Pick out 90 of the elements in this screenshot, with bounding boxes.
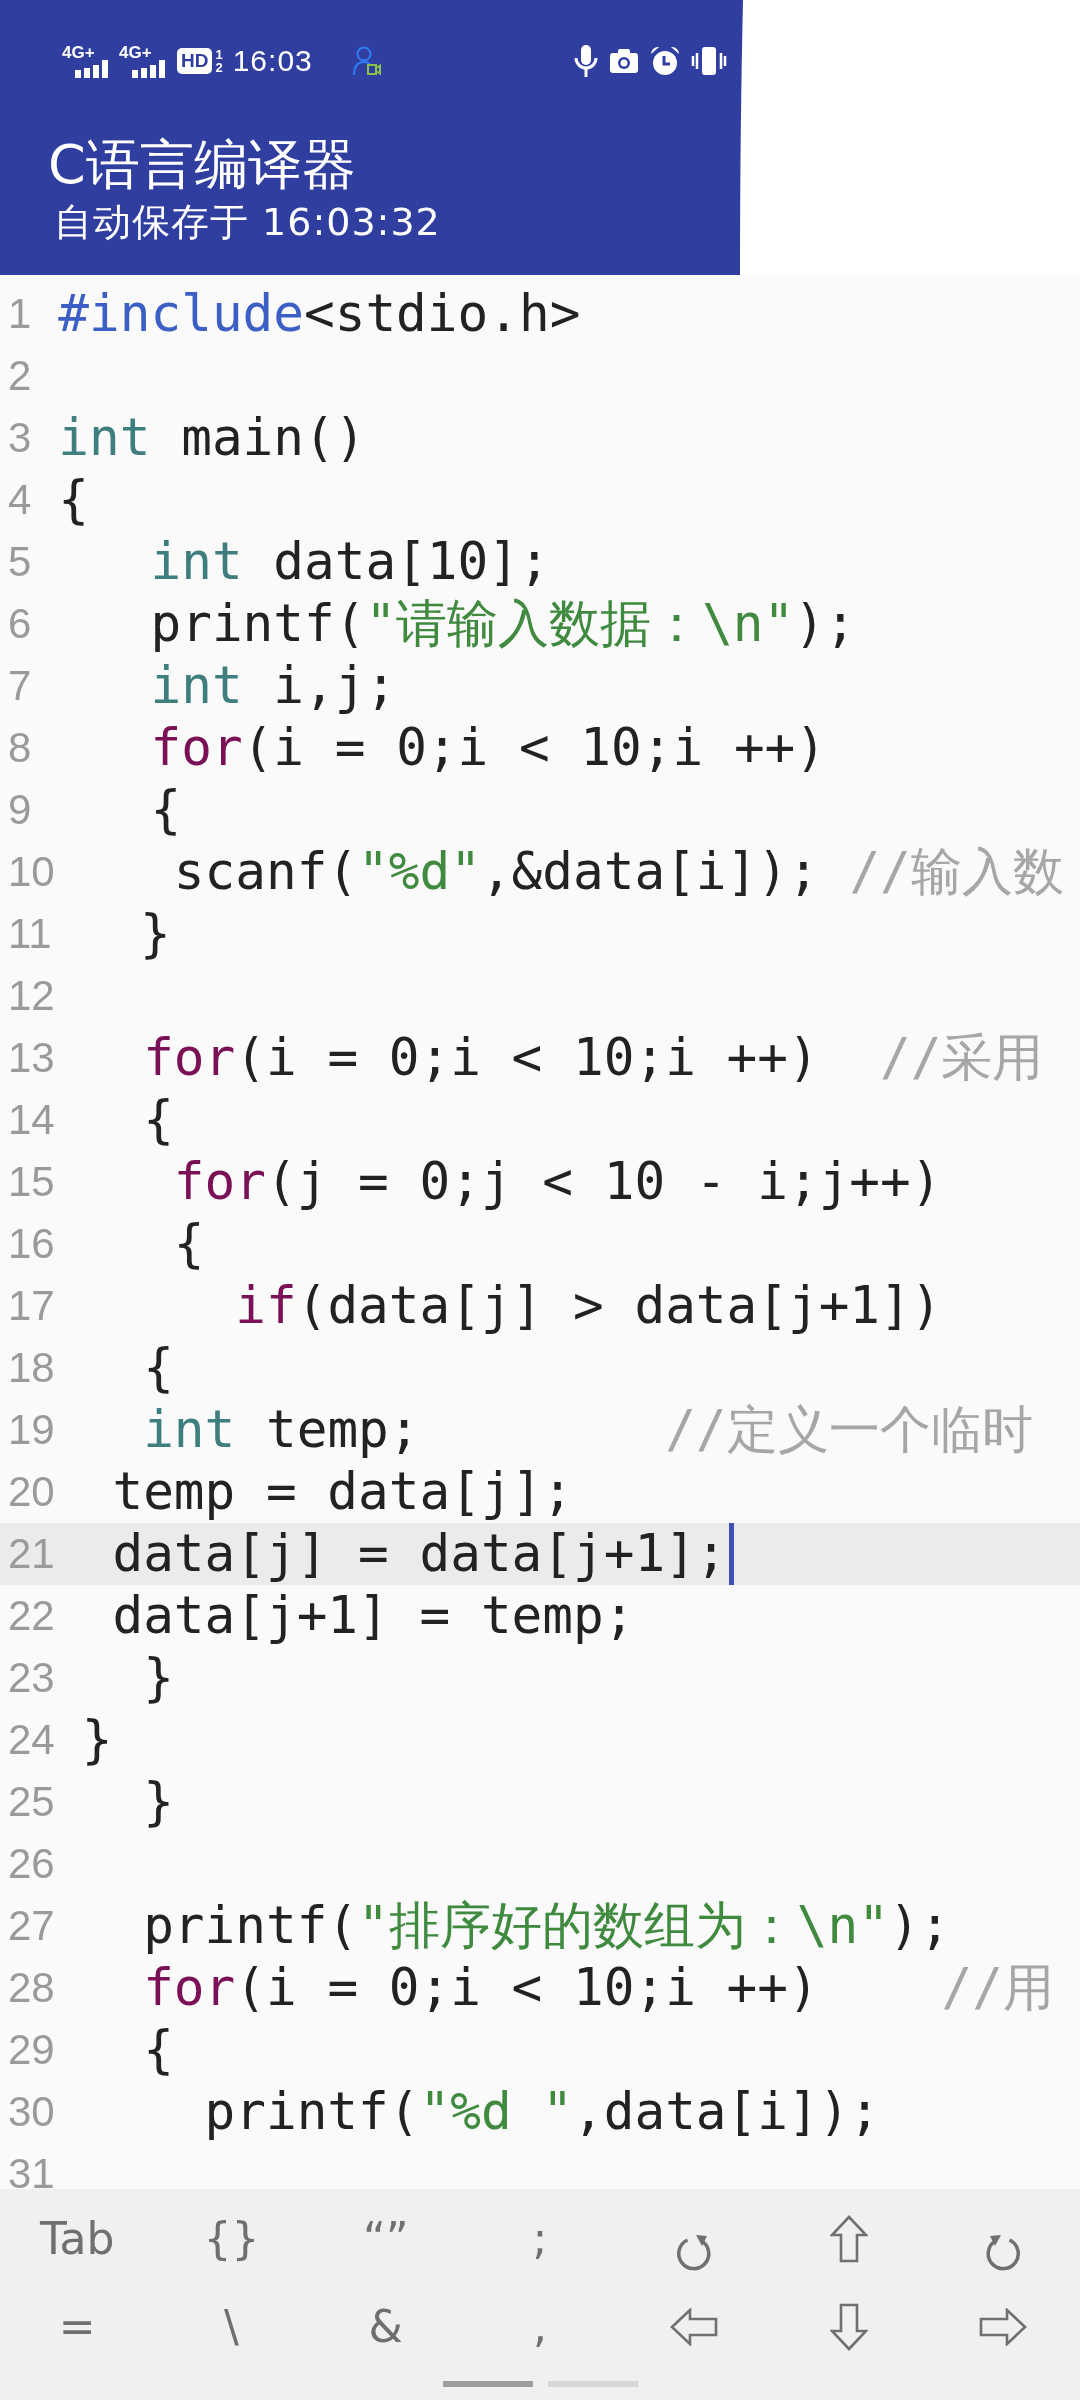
line-number: 2 xyxy=(7,352,32,400)
code-line: temp = data[j]; xyxy=(112,1461,573,1523)
line-number: 26 xyxy=(7,1840,55,1888)
code-line: for(j = 0;j < 10 - i;j++) xyxy=(173,1151,942,1213)
microphone-icon xyxy=(573,44,599,78)
line-number: 31 xyxy=(7,2150,55,2189)
code-line: scanf("%d",&data[i]); //输入数 xyxy=(173,841,1064,903)
arrow-down-button[interactable] xyxy=(829,2303,868,2351)
line-number: 3 xyxy=(7,414,32,462)
key-button[interactable]: Tab xyxy=(39,2214,115,2264)
line-number: 12 xyxy=(7,972,55,1020)
text-cursor-icon xyxy=(728,1523,734,1585)
line-number: 16 xyxy=(7,1220,55,1268)
alarm-clock-icon xyxy=(649,45,681,77)
line-number: 21 xyxy=(7,1530,55,1578)
line-number: 5 xyxy=(7,538,32,586)
code-line: { xyxy=(143,2019,174,2081)
line-number: 30 xyxy=(7,2088,55,2136)
arrow-down-icon xyxy=(829,2303,868,2351)
code-line: data[j+1] = temp; xyxy=(112,1585,635,1647)
sim-slot-label: 1 xyxy=(215,48,223,61)
code-line: printf("%d ",data[i]); xyxy=(204,2081,881,2143)
status-time: 16:03 xyxy=(232,44,313,78)
key-button[interactable]: “” xyxy=(362,2214,409,2264)
arrow-up-button[interactable] xyxy=(829,2215,868,2263)
signal-icon xyxy=(132,59,166,78)
person-camera-icon xyxy=(352,46,381,76)
code-line: { xyxy=(173,1213,205,1275)
code-line: #include<stdio.h> xyxy=(58,283,581,345)
line-number: 18 xyxy=(7,1344,55,1392)
code-line: int i,j; xyxy=(150,655,397,717)
code-line: { xyxy=(150,779,182,841)
arrow-right-icon xyxy=(978,2308,1027,2346)
code-line: int main() xyxy=(58,407,366,469)
key-button[interactable]: & xyxy=(368,2302,403,2352)
code-line: for(i = 0;i < 10;i ++) //采用 xyxy=(143,1027,1044,1089)
line-number: 29 xyxy=(7,2026,55,2074)
code-line: if(data[j] > data[j+1]) xyxy=(235,1275,942,1337)
line-number: 15 xyxy=(7,1158,55,1206)
code-line: for(i = 0;i < 10;i ++) xyxy=(150,717,826,779)
code-line: int data[10]; xyxy=(150,531,550,593)
key-button[interactable]: {} xyxy=(203,2214,260,2264)
line-number: 11 xyxy=(7,910,52,958)
line-number: 19 xyxy=(7,1406,55,1454)
line-number: 10 xyxy=(7,848,55,896)
sim-slot-label: 2 xyxy=(215,61,223,74)
arrow-left-icon xyxy=(670,2308,719,2346)
line-number: 20 xyxy=(7,1468,55,1516)
line-number: 25 xyxy=(7,1778,55,1826)
autosave-status: 自动保存于 16:03:32 xyxy=(53,199,441,245)
line-number: 23 xyxy=(7,1654,55,1702)
key-button[interactable]: = xyxy=(58,2302,96,2352)
line-number: 9 xyxy=(7,786,32,834)
line-number: 13 xyxy=(7,1034,55,1082)
code-line: { xyxy=(143,1089,174,1151)
line-number: 4 xyxy=(7,476,32,524)
code-line: data[j] = data[j+1]; xyxy=(112,1523,727,1585)
line-number: 14 xyxy=(7,1096,55,1144)
line-number: 7 xyxy=(7,662,32,710)
line-number: 27 xyxy=(7,1902,55,1950)
arrow-left-button[interactable] xyxy=(670,2308,719,2346)
hd-badge: HD xyxy=(177,48,213,74)
key-button[interactable]: ; xyxy=(532,2214,548,2264)
line-number: 22 xyxy=(7,1592,55,1640)
key-button[interactable]: , xyxy=(533,2302,547,2352)
line-number: 24 xyxy=(7,1716,55,1764)
network-type-label: 4G+ xyxy=(62,44,95,60)
line-number: 17 xyxy=(7,1282,55,1330)
code-line: } xyxy=(81,1709,113,1771)
code-line: for(i = 0;i < 10;i ++) //用 xyxy=(143,1957,1054,2019)
arrow-right-button[interactable] xyxy=(978,2308,1027,2346)
signal-icon xyxy=(75,59,109,78)
line-number: 6 xyxy=(7,600,32,648)
code-line: } xyxy=(143,1647,174,1709)
network-type-label: 4G+ xyxy=(119,44,152,60)
vibrate-icon xyxy=(691,46,727,76)
code-line: printf("排序好的数组为：\n"); xyxy=(143,1895,951,1957)
code-line: { xyxy=(143,1337,174,1399)
code-line: } xyxy=(140,903,171,965)
code-line: printf("请输入数据：\n"); xyxy=(150,593,856,655)
key-button[interactable]: \ xyxy=(224,2302,239,2352)
line-number: 1 xyxy=(7,290,32,338)
app-title: C语言编译器 xyxy=(48,133,356,197)
arrow-up-icon xyxy=(829,2215,868,2263)
code-line: } xyxy=(143,1771,174,1833)
code-line: int temp; //定义一个临时 xyxy=(143,1399,1033,1461)
camera-icon xyxy=(609,48,639,74)
code-line: { xyxy=(58,469,90,531)
line-number: 8 xyxy=(7,724,32,772)
line-number: 28 xyxy=(7,1964,55,2012)
